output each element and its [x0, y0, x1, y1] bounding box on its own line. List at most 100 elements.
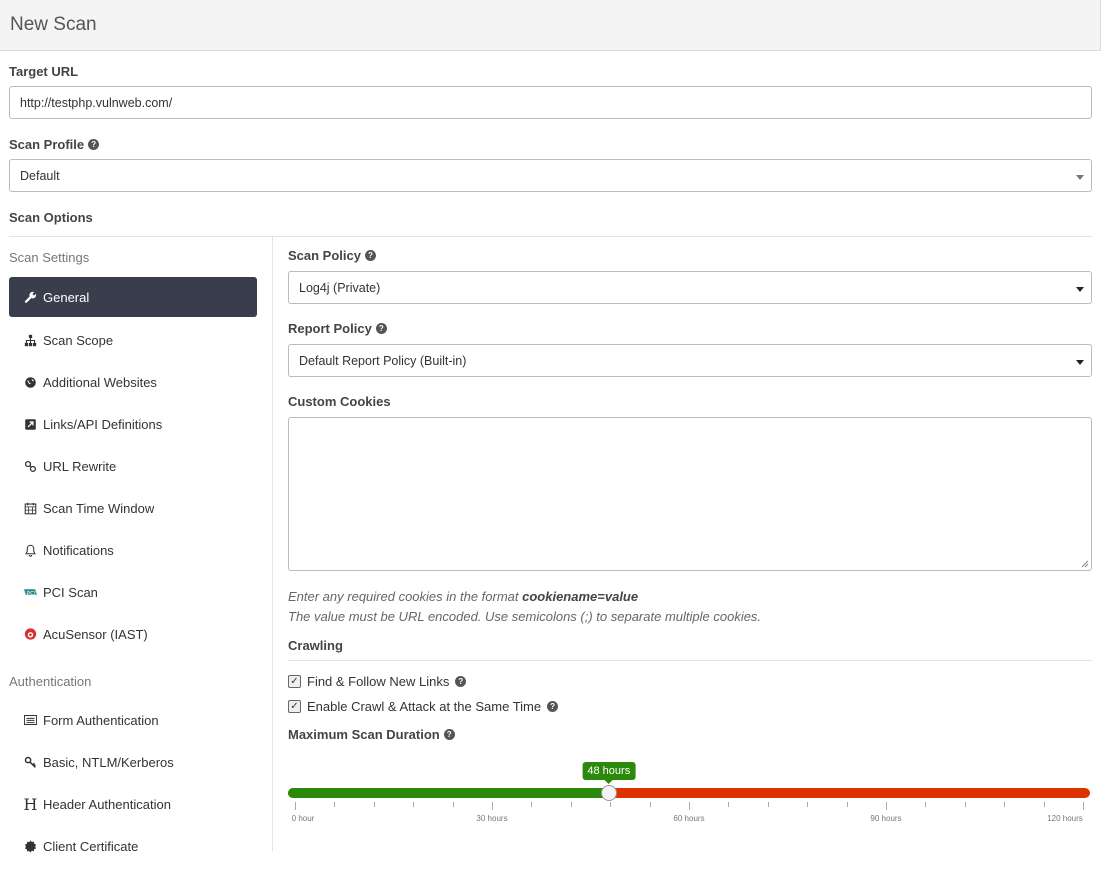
bell-icon [24, 544, 37, 557]
help-icon[interactable]: ? [88, 139, 100, 150]
slider-value-bubble: 48 hours [582, 762, 636, 784]
scan-options-label: Scan Options [9, 210, 93, 225]
help-icon[interactable]: ? [364, 250, 376, 261]
sidebar-item-label: Notifications [43, 542, 114, 558]
help-icon[interactable]: ? [443, 729, 455, 740]
page-header: New Scan [0, 0, 1101, 51]
acusensor-icon [24, 628, 37, 641]
sidebar-item-pci-scan[interactable]: PCI PCI Scan [9, 571, 257, 613]
scan-profile-label-text: Scan Profile [9, 137, 85, 152]
sidebar-item-label: Client Certificate [43, 838, 139, 854]
key-icon [24, 756, 37, 769]
slider-fill [288, 788, 609, 798]
sidebar-item-notifications[interactable]: Notifications [9, 529, 257, 571]
sitemap-icon [24, 334, 37, 347]
scan-policy-value: Log4j (Private) [299, 280, 381, 295]
sidebar-item-acusensor[interactable]: AcuSensor (IAST) [9, 613, 257, 655]
sidebar-item-label: Header Authentication [43, 796, 171, 812]
slider-tick [1083, 802, 1084, 810]
sidebar-item-label: URL Rewrite [43, 458, 117, 474]
custom-cookies-label: Custom Cookies [288, 394, 391, 409]
slider-tick [728, 802, 730, 807]
report-policy-value: Default Report Policy (Built-in) [299, 353, 467, 368]
sidebar-item-label: Form Authentication [43, 712, 159, 728]
wrench-icon [24, 291, 37, 304]
sidebar-item-general[interactable]: General [9, 277, 257, 317]
sidebar-item-links-api[interactable]: Links/API Definitions [9, 403, 257, 445]
pci-icon: PCI [24, 586, 37, 599]
slider-handle[interactable] [600, 785, 617, 801]
slider-tick [413, 802, 415, 807]
checkbox-label: Enable Crawl & Attack at the Same Time [307, 699, 542, 714]
report-policy-select[interactable]: Default Report Policy (Built-in) [288, 344, 1092, 377]
chevron-down-icon [1076, 287, 1084, 292]
slider-tick [295, 802, 296, 810]
sidebar-item-url-rewrite[interactable]: URL Rewrite [9, 445, 257, 487]
scan-profile-value: Default [20, 168, 60, 183]
slider-tick [767, 802, 769, 807]
svg-text:PCI: PCI [27, 591, 36, 597]
sidebar-item-scan-scope[interactable]: Scan Scope [9, 319, 257, 361]
globe-icon [24, 376, 37, 389]
sidebar-item-label: AcuSensor (IAST) [43, 626, 148, 642]
checkbox-checked-icon[interactable]: ✓ [288, 700, 301, 713]
help-icon[interactable]: ? [547, 701, 559, 712]
scan-policy-label-text: Scan Policy [288, 248, 361, 263]
chevron-down-icon [1076, 175, 1084, 180]
scan-settings-heading: Scan Settings [9, 249, 90, 265]
custom-cookies-textarea[interactable] [288, 417, 1092, 571]
slider-tick [1004, 802, 1006, 807]
target-url-value: http://testphp.vulnweb.com/ [20, 95, 173, 110]
sidebar-item-label: Links/API Definitions [43, 416, 163, 432]
scan-profile-label: Scan Profile ? [9, 137, 1092, 152]
crawling-heading: Crawling [288, 638, 1092, 661]
scan-profile-select[interactable]: Default [9, 159, 1092, 192]
sidebar-item-scan-time-window[interactable]: Scan Time Window [9, 487, 257, 529]
sidebar-item-label: Scan Time Window [43, 500, 155, 516]
slider-tick [807, 802, 809, 807]
sidebar-item-form-authentication[interactable]: Form Authentication [9, 699, 257, 741]
slider-tick [610, 802, 612, 807]
slider-tick [1043, 802, 1045, 807]
sidebar-item-header-authentication[interactable]: H Header Authentication [9, 783, 257, 825]
slider-tick-label: 30 hours [476, 814, 508, 823]
scan-policy-select[interactable]: Log4j (Private) [288, 271, 1092, 304]
scan-options-heading: Scan Options [9, 210, 1092, 237]
sidebar-item-client-certificate[interactable]: Client Certificate [9, 825, 257, 867]
sidebar-item-label: PCI Scan [43, 584, 98, 600]
slider-tick [964, 802, 966, 807]
help-icon[interactable]: ? [375, 323, 387, 334]
settings-sidebar: Scan Settings General Scan Scope Additio… [9, 237, 273, 854]
cookies-help-format: cookiename=value [522, 589, 639, 604]
slider-tick [492, 802, 493, 810]
form-icon [24, 714, 37, 727]
resize-handle-icon[interactable] [1081, 560, 1089, 568]
chevron-down-icon [1076, 360, 1084, 365]
link-icon [24, 460, 37, 473]
help-icon[interactable]: ? [455, 676, 467, 687]
slider-track[interactable] [288, 788, 1090, 798]
slider-tick [531, 802, 533, 807]
checkbox-checked-icon[interactable]: ✓ [288, 675, 301, 688]
slider-tick [846, 802, 848, 807]
certificate-icon [24, 839, 37, 853]
slider-tick-label: 60 hours [673, 814, 705, 823]
crawl-attack-same-time-checkbox[interactable]: ✓ Enable Crawl & Attack at the Same Time… [288, 694, 1092, 719]
scan-policy-label: Scan Policy ? [288, 248, 1092, 263]
sidebar-item-basic-ntlm[interactable]: Basic, NTLM/Kerberos [9, 741, 257, 783]
slider-tick [452, 802, 454, 807]
max-scan-duration-label-text: Maximum Scan Duration [288, 727, 440, 742]
general-settings-panel: Scan Policy ? Log4j (Private) Report Pol… [273, 237, 1092, 851]
cookies-help-line2: The value must be URL encoded. Use semic… [288, 609, 762, 624]
find-follow-links-checkbox[interactable]: ✓ Find & Follow New Links ? [288, 669, 1092, 694]
sidebar-item-label: Basic, NTLM/Kerberos [43, 754, 174, 770]
slider-tick [886, 802, 887, 810]
report-policy-label: Report Policy ? [288, 321, 1092, 336]
target-url-input[interactable]: http://testphp.vulnweb.com/ [9, 86, 1092, 119]
max-scan-duration-label: Maximum Scan Duration ? [288, 727, 1092, 742]
slider-tick [570, 802, 572, 807]
sidebar-item-label: Additional Websites [43, 374, 157, 390]
max-scan-duration-slider[interactable]: 48 hours 0 hour 30 hours 60 hours 90 hours 1… [288, 742, 1092, 832]
sidebar-item-additional-websites[interactable]: Additional Websites [9, 361, 257, 403]
external-link-icon [24, 418, 37, 431]
